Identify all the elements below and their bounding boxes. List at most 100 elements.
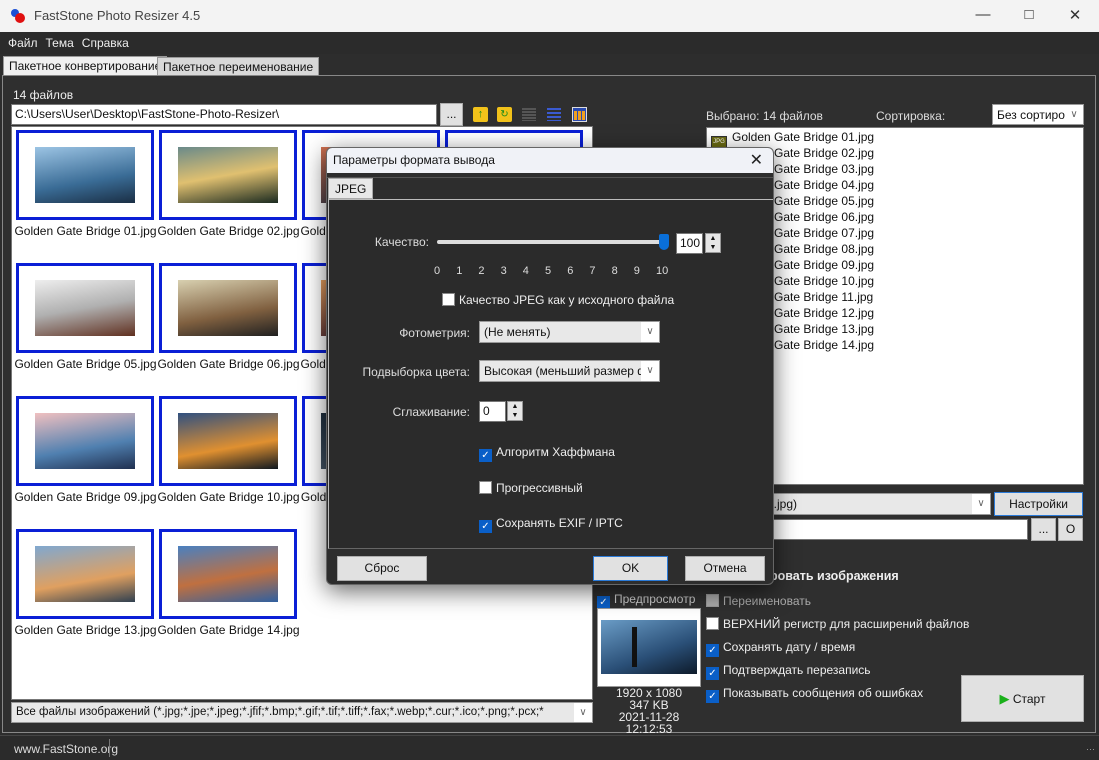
thumbnail-frame: [16, 130, 154, 220]
advanced-options-heading: ровать изображения: [770, 569, 899, 583]
check-icon: ✓: [479, 449, 492, 462]
tab-batch-convert[interactable]: Пакетное конвертирование: [3, 56, 168, 76]
menu-bar: Файл Тема Справка: [0, 32, 1099, 54]
resize-grip-icon[interactable]: ⋯: [1086, 744, 1095, 755]
app-icon: [11, 9, 25, 23]
quality-input[interactable]: 100: [676, 233, 703, 254]
menu-theme[interactable]: Тема: [46, 36, 74, 50]
smoothing-spinner[interactable]: ▲ ▼: [507, 401, 523, 421]
progressive-checkbox[interactable]: Прогрессивный: [479, 481, 583, 495]
thumbnail-frame: [159, 396, 297, 486]
preview-checkbox[interactable]: ✓ Предпросмотр: [597, 592, 695, 609]
checkbox-icon: [706, 594, 719, 607]
option-checkbox[interactable]: ✓ Показывать сообщения об ошибках: [706, 686, 969, 709]
options-list: Переименовать ВЕРХНИЙ регистр для расшире…: [706, 594, 969, 709]
exif-checkbox[interactable]: ✓ Сохранять EXIF / IPTC: [479, 516, 623, 533]
quality-spinner[interactable]: ▲ ▼: [705, 233, 721, 253]
checkbox-icon: [442, 293, 455, 306]
sort-label: Сортировка:: [876, 109, 946, 123]
tick-label: 5: [545, 265, 552, 277]
file-type-filter-select[interactable]: Все файлы изображений (*.jpg;*.jpe;*.jpe…: [11, 702, 593, 723]
selected-count: Выбрано: 14 файлов: [706, 109, 823, 123]
thumbnail-image: [35, 546, 135, 602]
open-output-button[interactable]: O: [1058, 518, 1083, 541]
folder-up-icon[interactable]: ↑: [473, 107, 488, 122]
chevron-down-icon: ∨: [641, 322, 659, 342]
website-link[interactable]: www.FastStone.org: [14, 742, 118, 756]
refresh-folder-icon[interactable]: ↻: [497, 107, 512, 122]
menu-help[interactable]: Справка: [82, 36, 129, 50]
progressive-label: Прогрессивный: [496, 481, 583, 495]
thumbnail-item[interactable]: Golden Gate Bridge 14.jpg: [157, 529, 300, 662]
thumbnail-frame: [159, 130, 297, 220]
thumbnail-item[interactable]: Golden Gate Bridge 02.jpg: [157, 130, 300, 263]
quality-label: Качество:: [374, 235, 429, 249]
option-checkbox[interactable]: Переименовать: [706, 594, 969, 617]
thumbnail-item[interactable]: Golden Gate Bridge 06.jpg: [157, 263, 300, 396]
option-checkbox[interactable]: ВЕРХНИЙ регистр для расширений файлов: [706, 617, 969, 640]
huffman-label: Алгоритм Хаффмана: [496, 445, 615, 459]
tick-label: 10: [656, 265, 669, 277]
ok-button[interactable]: OK: [593, 556, 668, 581]
thumbnail-view-icon[interactable]: [572, 107, 587, 122]
tick-label: 4: [522, 265, 529, 277]
subsampling-label: Подвыборка цвета:: [362, 365, 470, 379]
preview-date: 2021-11-28 12:12:53: [618, 710, 680, 736]
quality-slider-thumb[interactable]: [659, 234, 669, 250]
thumbnail-image: [178, 413, 278, 469]
folder-path-input[interactable]: C:\Users\User\Desktop\FastStone-Photo-Re…: [11, 104, 437, 125]
minimize-button[interactable]: —: [960, 6, 1006, 26]
smoothing-label: Сглаживание:: [392, 405, 470, 419]
thumbnail-image: [178, 280, 278, 336]
cancel-button[interactable]: Отмена: [685, 556, 765, 581]
photometry-value: (Не менять): [484, 325, 551, 339]
thumbnail-image: [35, 280, 135, 336]
start-button[interactable]: ▶ Старт: [961, 675, 1084, 722]
checkbox-icon: [479, 481, 492, 494]
thumbnail-item[interactable]: Golden Gate Bridge 05.jpg: [14, 263, 157, 396]
thumbnail-label: Golden Gate Bridge 09.jpg: [14, 490, 157, 504]
thumbnail-item[interactable]: Golden Gate Bridge 13.jpg: [14, 529, 157, 662]
reset-button[interactable]: Сброс: [337, 556, 427, 581]
maximize-button[interactable]: □: [1006, 6, 1052, 26]
thumbnail-label: Golden Gate Bridge 14.jpg: [157, 623, 300, 637]
smoothing-input[interactable]: 0: [479, 401, 506, 422]
quality-slider[interactable]: [437, 240, 667, 244]
same-quality-label: Качество JPEG как у исходного файла: [459, 293, 675, 307]
thumbnail-frame: [16, 529, 154, 619]
tab-batch-rename[interactable]: Пакетное переименование: [157, 57, 320, 76]
output-format-select[interactable]: (*.jpg) ∨: [760, 493, 991, 515]
thumbnail-item[interactable]: Golden Gate Bridge 09.jpg: [14, 396, 157, 529]
chevron-down-icon: ∨: [574, 703, 592, 722]
option-label: Подтверждать перезапись: [723, 663, 871, 677]
sort-select[interactable]: Без сортиров ∨: [992, 104, 1084, 125]
check-icon: ✓: [706, 667, 719, 680]
sort-value: Без сортиров: [997, 108, 1072, 122]
settings-button[interactable]: Настройки: [994, 492, 1083, 516]
huffman-checkbox[interactable]: ✓ Алгоритм Хаффмана: [479, 445, 615, 462]
thumbnail-frame: [159, 263, 297, 353]
option-checkbox[interactable]: ✓ Подтверждать перезапись: [706, 663, 969, 686]
tick-label: 6: [567, 265, 574, 277]
tab-jpeg[interactable]: JPEG: [328, 178, 373, 199]
list-view-icon[interactable]: [522, 108, 536, 121]
thumbnail-item[interactable]: Golden Gate Bridge 10.jpg: [157, 396, 300, 529]
thumbnail-label: Golden Gate Bridge 01.jpg: [14, 224, 157, 238]
file-list-item[interactable]: JPG Golden Gate Bridge 01.jpg: [707, 129, 1083, 149]
photometry-select[interactable]: (Не менять) ∨: [479, 321, 660, 343]
file-count: 14 файлов: [13, 88, 74, 102]
subsampling-select[interactable]: Высокая (меньший размер фай. ∨: [479, 360, 660, 382]
dialog-close-icon[interactable]: ✕: [750, 150, 763, 170]
option-checkbox[interactable]: ✓ Сохранять дату / время: [706, 640, 969, 663]
thumbnail-item[interactable]: Golden Gate Bridge 01.jpg: [14, 130, 157, 263]
menu-file[interactable]: Файл: [8, 36, 38, 50]
close-button[interactable]: ✕: [1052, 6, 1098, 26]
browse-output-button[interactable]: ...: [1031, 518, 1056, 541]
thumbnail-frame: [16, 396, 154, 486]
details-view-icon[interactable]: [547, 108, 561, 121]
browse-folder-button[interactable]: ...: [440, 103, 463, 126]
same-quality-checkbox[interactable]: Качество JPEG как у исходного файла: [442, 293, 674, 307]
output-format-dialog: Параметры формата вывода ✕ JPEG Качество:…: [326, 147, 774, 585]
start-label: Старт: [1012, 692, 1046, 706]
output-folder-input[interactable]: [760, 519, 1028, 540]
